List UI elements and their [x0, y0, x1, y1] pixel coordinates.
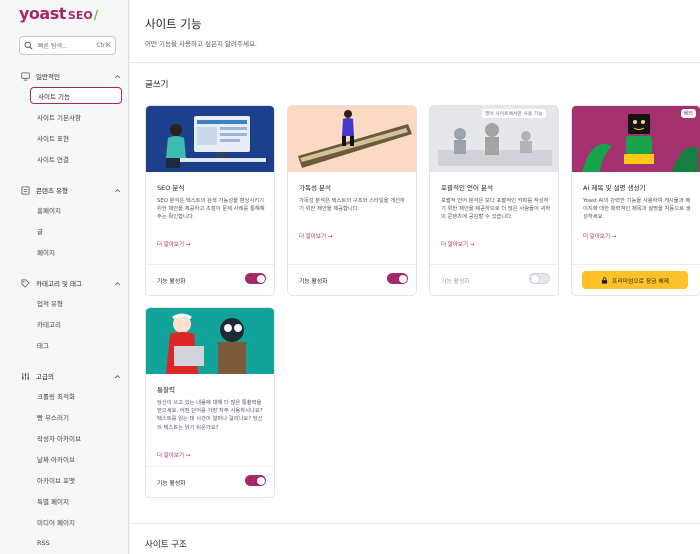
monitor-icon	[21, 71, 30, 81]
yoast-logo[interactable]: yoast SEO /	[19, 4, 99, 23]
page-subtitle: 어떤 기능을 사용하고 싶은지 알려주세요.	[145, 40, 257, 48]
feature-card-seo-analysis: SEO 분석 SEO 분석은 텍스트의 검색 가능성을 향상시키기 위한 제안을…	[145, 105, 275, 296]
seo-analysis-toggle[interactable]	[245, 273, 266, 284]
search-shortcut: CtrlK	[96, 42, 111, 49]
sidebar-item-rss[interactable]: RSS	[30, 534, 122, 551]
enable-feature-label: 기능 활성화	[157, 481, 186, 487]
feature-card-insights: 통찰력 당신이 쓰고 있는 내용에 대해 더 많은 통찰력을 얻으세요. 어떤 …	[145, 307, 275, 498]
card-footer: 기능 활성화	[430, 264, 558, 295]
enable-feature-label: 기능 활성화	[441, 279, 470, 285]
card-title: AI 제목 및 설명 생성기	[583, 184, 646, 192]
inclusive-language-toggle[interactable]	[529, 273, 550, 284]
sidebar-item-posts[interactable]: 글	[30, 222, 122, 239]
nav-group-advanced[interactable]: 고급의	[21, 370, 121, 382]
toggle-knob	[398, 274, 407, 283]
divider	[130, 523, 700, 524]
card-footer: 프리미엄으로 잠금 해제	[572, 264, 700, 295]
card-footer: 기능 활성화	[288, 264, 416, 295]
sidebar-item-categories[interactable]: 카테고리	[30, 315, 122, 332]
insights-toggle[interactable]	[245, 475, 266, 486]
chevron-up-icon	[115, 374, 120, 378]
sidebar-item-homepage[interactable]: 홈페이지	[30, 201, 122, 218]
readability-illustration	[288, 106, 416, 172]
sidebar-item-formats[interactable]: 업적 유형	[30, 294, 122, 311]
sidebar-item-breadcrumbs[interactable]: 빵 부스러기	[30, 408, 122, 425]
chevron-up-icon	[115, 74, 120, 78]
sidebar: yoast SEO / 빠른 탐색... CtrlK 일반적인 사이트 기능 사…	[0, 0, 129, 554]
learn-more-link[interactable]: 더 알아보기 →	[583, 232, 616, 240]
card-description: 당신이 쓰고 있는 내용에 대해 더 많은 통찰력을 얻으세요. 어떤 단어를 …	[157, 400, 263, 431]
lock-icon	[601, 276, 608, 284]
toggle-knob	[256, 274, 265, 283]
card-title: 통찰력	[157, 386, 175, 394]
document-icon	[21, 185, 30, 195]
nav-group-label: 일반적인	[36, 73, 60, 81]
learn-more-link[interactable]: 더 알아보기 →	[157, 240, 190, 248]
sidebar-item-format-archives[interactable]: 아카이브 포맷	[30, 471, 122, 488]
unlock-premium-label: 프리미엄으로 잠금 해제	[611, 278, 670, 285]
card-title: SEO 분석	[157, 184, 185, 192]
nav-group-content-types[interactable]: 콘텐츠 유형	[21, 184, 121, 196]
sidebar-item-media-pages[interactable]: 미디어 페이지	[30, 513, 122, 530]
card-description: Yoast AI의 강력한 기능을 사용하여 게시물과 페이지에 대한 매력적인…	[583, 198, 691, 221]
nav-group-general[interactable]: 일반적인	[21, 70, 121, 82]
sidebar-item-site-representation[interactable]: 사이트 표현	[30, 129, 122, 146]
sidebar-item-site-connections[interactable]: 사이트 연결	[30, 150, 122, 167]
beta-badge: 베타	[680, 109, 696, 118]
sliders-icon	[21, 372, 30, 380]
sidebar-item-site-features[interactable]: 사이트 기능	[30, 87, 122, 104]
card-title: 포괄적인 언어 분석	[441, 184, 493, 192]
learn-more-link[interactable]: 더 알아보기 →	[157, 451, 190, 459]
chevron-up-icon	[115, 281, 120, 285]
quick-search-input[interactable]: 빠른 탐색... CtrlK	[19, 36, 116, 55]
card-description: 가독성 분석은 텍스트의 구조와 스타일을 개선하기 위한 제안을 제공합니다.	[299, 198, 405, 213]
sidebar-item-special-pages[interactable]: 특별 페이지	[30, 492, 122, 509]
page-title: 사이트 기능	[145, 17, 202, 31]
toggle-knob	[531, 275, 539, 283]
sidebar-item-site-basics[interactable]: 사이트 기본사항	[30, 108, 122, 125]
search-placeholder: 빠른 탐색...	[38, 43, 68, 50]
toggle-knob	[256, 476, 265, 485]
sidebar-item-pages[interactable]: 페이지	[30, 243, 122, 260]
nav-group-label: 고급의	[36, 373, 54, 381]
sidebar-item-date-archives[interactable]: 날짜 아카이브	[30, 450, 122, 467]
card-footer: 기능 활성화	[146, 466, 274, 497]
card-title: 가독성 분석	[299, 184, 331, 192]
feature-card-readability: 가독성 분석 가독성 분석은 텍스트의 구조와 스타일을 개선하기 위한 제안을…	[287, 105, 417, 296]
seo-analysis-illustration	[146, 106, 274, 172]
search-icon	[24, 41, 33, 50]
readability-toggle[interactable]	[387, 273, 408, 284]
sidebar-item-crawl-optimization[interactable]: 크롤링 최적화	[30, 387, 122, 404]
section-title-writing: 글쓰기	[145, 80, 169, 90]
tag-icon	[21, 278, 30, 288]
logo-slash: /	[93, 8, 99, 22]
english-only-badge: 영어 사이트에서만 사용 가능	[482, 109, 546, 118]
chevron-up-icon	[115, 188, 120, 192]
enable-feature-label: 기능 활성화	[299, 279, 328, 285]
unlock-premium-button[interactable]: 프리미엄으로 잠금 해제	[582, 271, 688, 289]
feature-card-ai-generator: 베타 AI 제목 및 설명 생성기 Yoast AI의 강력한 기능을 사용하여…	[571, 105, 700, 296]
insights-illustration	[146, 308, 274, 374]
nav-group-label: 카테고리 및 태그	[36, 280, 82, 288]
learn-more-link[interactable]: 더 알아보기 →	[299, 232, 332, 240]
sidebar-item-author-archives[interactable]: 작성자 아카이브	[30, 429, 122, 446]
enable-feature-label: 기능 활성화	[157, 279, 186, 285]
main-content: 사이트 기능 어떤 기능을 사용하고 싶은지 알려주세요. 글쓰기 SEO 분석…	[130, 0, 700, 554]
sidebar-item-tags[interactable]: 태그	[30, 336, 122, 353]
logo-brand: yoast	[19, 4, 66, 23]
divider	[130, 62, 700, 63]
card-footer: 기능 활성화	[146, 264, 274, 295]
card-description: 포괄적 언어 분석은 보다 포괄적인 카피를 작성하기 위한 제안을 제공하므로…	[441, 198, 551, 221]
nav-group-categories-tags[interactable]: 카테고리 및 태그	[21, 277, 121, 289]
section-title-site-structure: 사이트 구조	[145, 540, 187, 550]
card-description: SEO 분석은 텍스트의 검색 가능성을 향상시키기 위한 제안을 제공하고 초…	[157, 198, 265, 221]
nav-group-label: 콘텐츠 유형	[36, 187, 68, 195]
logo-product: SEO	[67, 9, 93, 22]
feature-card-inclusive-language: 영어 사이트에서만 사용 가능 포괄적인 언어 분석 포괄적 언어 분석은 보다…	[429, 105, 559, 296]
learn-more-link[interactable]: 더 알아보기 →	[441, 240, 474, 248]
